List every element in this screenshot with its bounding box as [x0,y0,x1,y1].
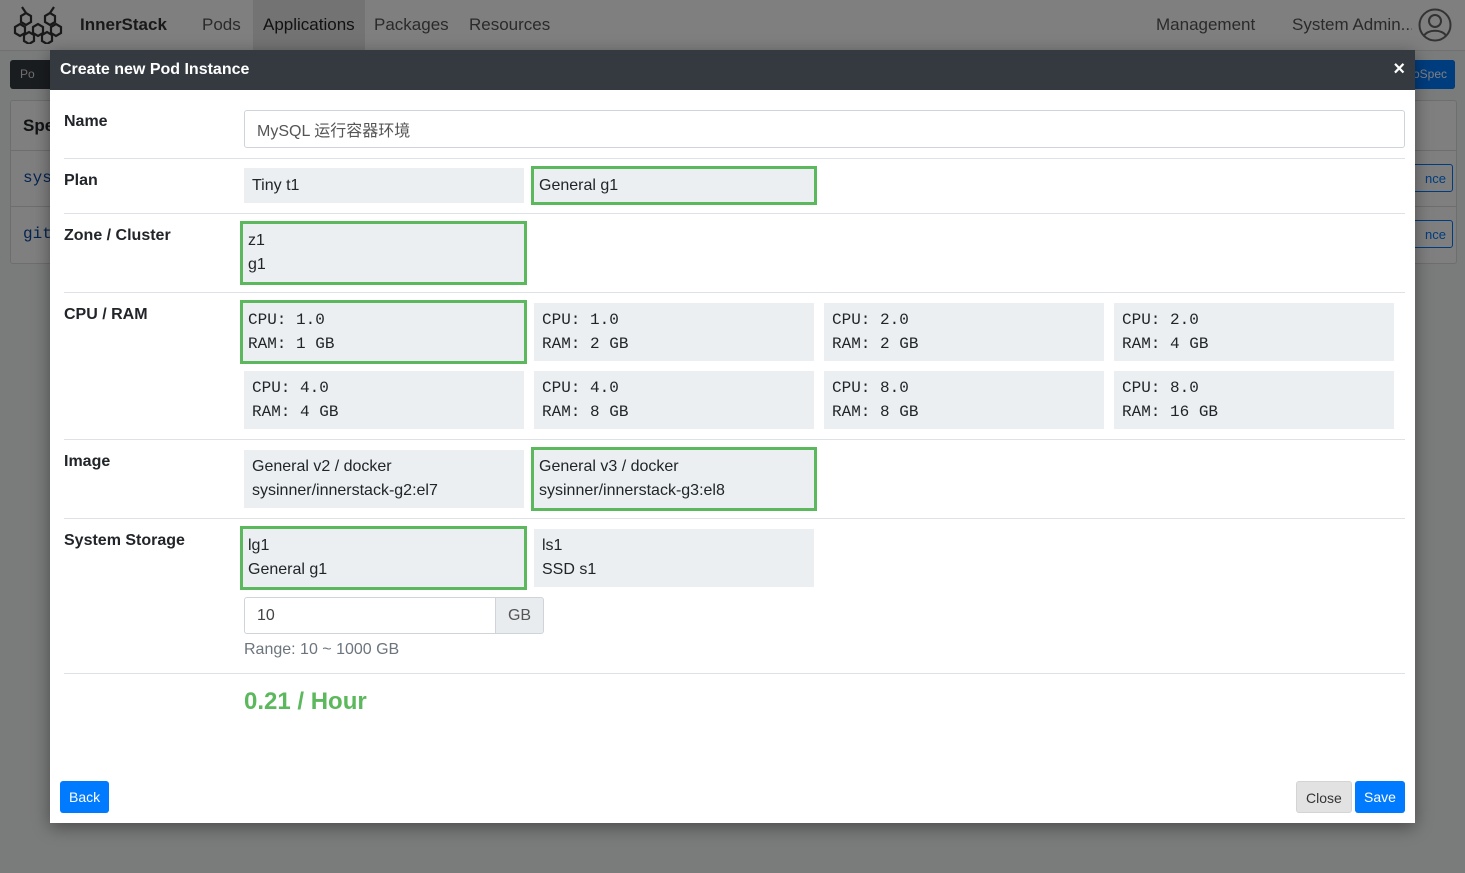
storage-option-ls1[interactable]: ls1 SSD s1 [534,529,814,587]
image-title: General v2 / docker [252,458,392,475]
cluster-name: g1 [248,256,266,273]
storage-id: lg1 [248,537,270,554]
ram-value: RAM: 8 GB [832,403,919,421]
ram-value: RAM: 2 GB [542,335,629,353]
ram-value: RAM: 4 GB [252,403,339,421]
name-label: Name [64,113,108,130]
storage-type: General g1 [248,561,328,578]
image-option-v2[interactable]: General v2 / docker sysinner/innerstack-… [244,450,524,508]
cpu-value: CPU: 2.0 [832,311,909,329]
system-storage-row: System Storage lg1 General g1 ls1 SSD s1… [64,518,1405,674]
modal-header: Create new Pod Instance × [50,50,1415,90]
zone-name: z1 [248,232,265,249]
storage-size-group: GB [244,597,544,634]
plan-row: Plan Tiny t1 General g1 [64,158,1405,214]
image-path: sysinner/innerstack-g3:el8 [539,482,725,499]
zone-label: Zone / Cluster [64,227,171,244]
cpu-ram-option[interactable]: CPU: 8.0 RAM: 8 GB [824,371,1104,429]
image-label: Image [64,453,111,470]
storage-option-lg1[interactable]: lg1 General g1 [240,526,527,590]
ram-value: RAM: 8 GB [542,403,629,421]
cpu-ram-option[interactable]: CPU: 8.0 RAM: 16 GB [1114,371,1394,429]
back-button[interactable]: Back [60,781,110,813]
image-path: sysinner/innerstack-g2:el7 [252,482,438,499]
modal-title: Create new Pod Instance [60,61,250,78]
ram-value: RAM: 16 GB [1122,403,1219,421]
cpu-ram-label: CPU / RAM [64,306,148,323]
close-icon[interactable]: × [1393,58,1405,80]
zone-row: Zone / Cluster z1 g1 [64,213,1405,293]
plan-option-general[interactable]: General g1 [531,166,817,205]
save-button[interactable]: Save [1355,781,1405,813]
image-title: General v3 / docker [539,458,679,475]
plan-option-tiny[interactable]: Tiny t1 [244,168,524,203]
cpu-value: CPU: 4.0 [542,379,619,397]
cpu-ram-option[interactable]: CPU: 4.0 RAM: 8 GB [534,371,814,429]
ram-value: RAM: 4 GB [1122,335,1209,353]
name-row: Name [64,100,1405,158]
zone-option-z1[interactable]: z1 g1 [240,221,527,285]
cpu-value: CPU: 8.0 [1122,379,1199,397]
price-row: 0.21 / Hour [64,673,1405,734]
cpu-value: CPU: 2.0 [1122,311,1199,329]
cpu-value: CPU: 4.0 [252,379,329,397]
storage-range-hint: Range: 10 ~ 1000 GB [244,641,400,658]
cpu-ram-option[interactable]: CPU: 4.0 RAM: 4 GB [244,371,524,429]
storage-id: ls1 [542,537,563,554]
image-row: Image General v2 / docker sysinner/inner… [64,439,1405,519]
storage-type: SSD s1 [542,561,597,578]
cpu-value: CPU: 1.0 [542,311,619,329]
plan-label: Plan [64,172,98,189]
cpu-ram-option[interactable]: CPU: 2.0 RAM: 2 GB [824,303,1104,361]
ram-value: RAM: 1 GB [248,335,335,353]
cpu-value: CPU: 1.0 [248,311,325,329]
ram-value: RAM: 2 GB [832,335,919,353]
price-per-hour: 0.21 / Hour [244,688,367,715]
cpu-ram-row: CPU / RAM CPU: 1.0 RAM: 1 GB CPU: 1.0 RA… [64,292,1405,440]
name-input[interactable] [244,110,1405,148]
storage-size-input[interactable] [244,597,496,634]
system-storage-label: System Storage [64,532,185,549]
close-button[interactable]: Close [1296,781,1352,813]
image-option-v3[interactable]: General v3 / docker sysinner/innerstack-… [531,447,817,511]
cpu-ram-option[interactable]: CPU: 2.0 RAM: 4 GB [1114,303,1394,361]
storage-unit-addon: GB [495,597,544,634]
cpu-ram-option[interactable]: CPU: 1.0 RAM: 2 GB [534,303,814,361]
create-pod-modal: Create new Pod Instance × Name Plan Tiny… [50,50,1415,823]
cpu-value: CPU: 8.0 [832,379,909,397]
cpu-ram-option[interactable]: CPU: 1.0 RAM: 1 GB [240,300,527,364]
